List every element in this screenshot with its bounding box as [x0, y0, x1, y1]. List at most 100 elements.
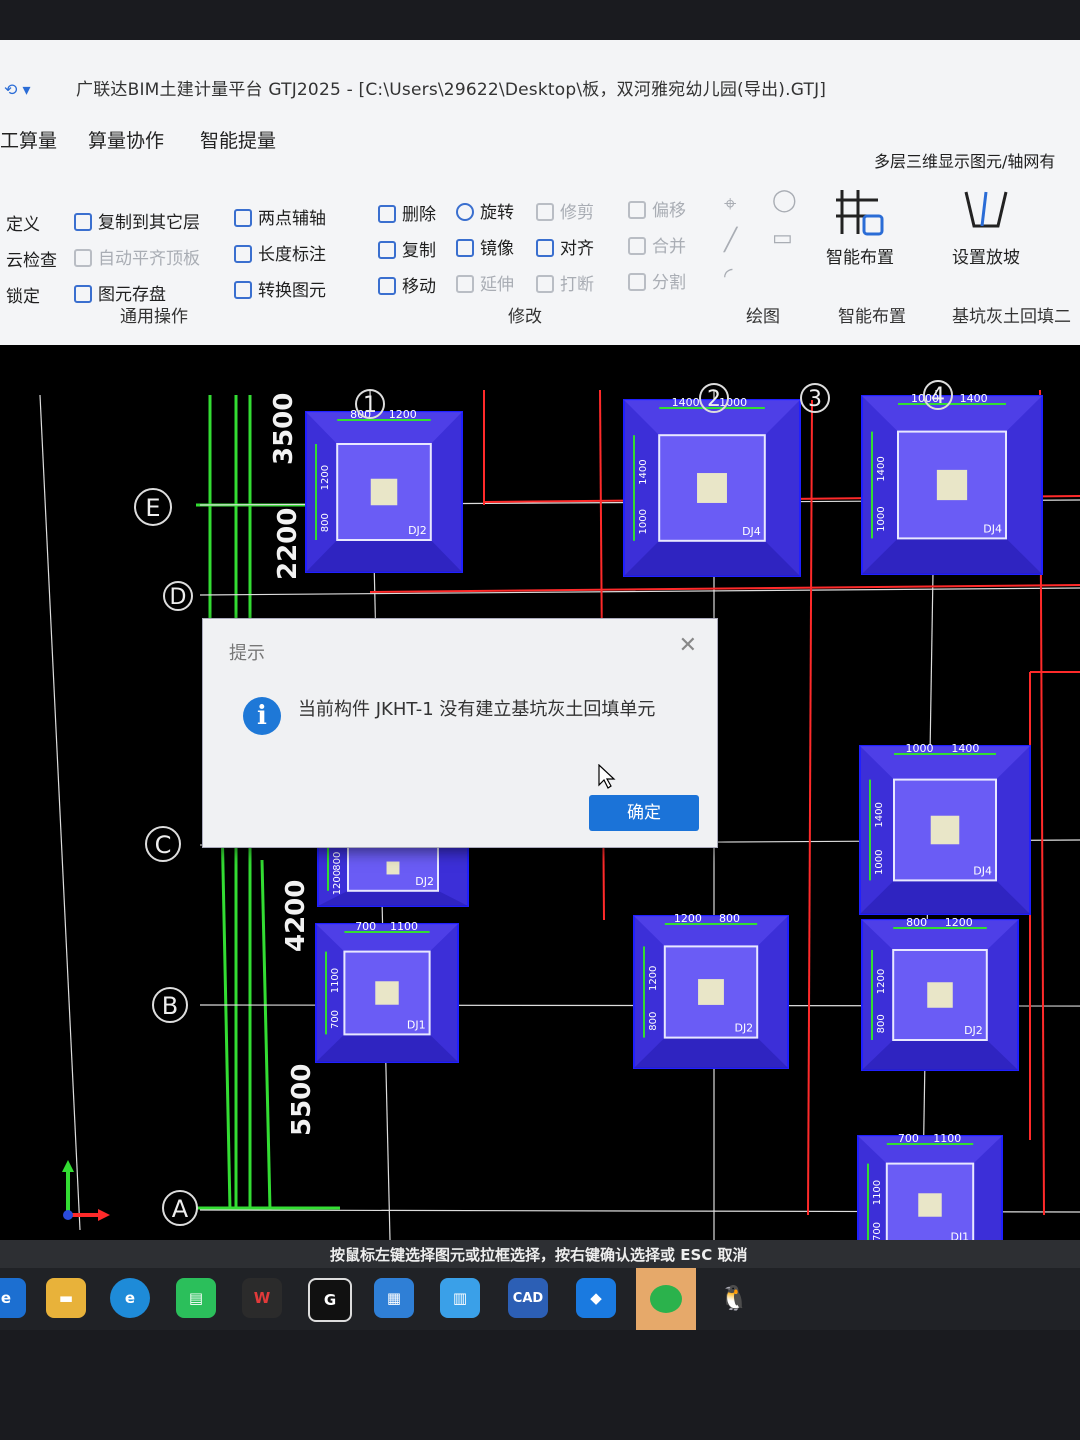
- footing[interactable]: 1000 140014001000 DJ4: [861, 392, 1043, 575]
- offset-button[interactable]: 偏移: [628, 196, 686, 221]
- qq-icon[interactable]: 🐧: [714, 1278, 754, 1318]
- copy-button[interactable]: 复制: [378, 236, 436, 261]
- cad-icon[interactable]: CAD: [508, 1278, 548, 1318]
- axis-number-4: 4: [931, 384, 945, 409]
- screen: ⟲ ▾ 广联达BIM土建计量平台 GTJ2025 - [C:\Users\296…: [0, 40, 1080, 1330]
- app-icon[interactable]: ◆: [576, 1278, 616, 1318]
- align-label: 对齐: [560, 239, 594, 259]
- axis-letter-d: D: [170, 585, 187, 610]
- point-draw-icon[interactable]: ⌖: [724, 192, 736, 217]
- break-button[interactable]: 打断: [536, 270, 594, 295]
- column-square: [918, 1193, 942, 1217]
- extend-label: 延伸: [480, 275, 514, 295]
- convert-element-button[interactable]: 转换图元: [234, 276, 326, 301]
- quick-access-icon[interactable]: ⟲ ▾: [4, 80, 31, 99]
- lock-button[interactable]: 锁定: [6, 282, 40, 307]
- cloud-check-button[interactable]: 云检查: [6, 246, 57, 271]
- footing[interactable]: 1400 1000 1400 1000 DJ4: [623, 396, 801, 577]
- rotate-button[interactable]: 旋转: [456, 198, 514, 223]
- footing[interactable]: 700 1100 1100 700 DJ1: [315, 920, 459, 1063]
- wechat-icon[interactable]: [636, 1268, 696, 1330]
- footing-dim-side-b: 1000: [876, 506, 887, 531]
- merge-button[interactable]: 合并: [628, 232, 686, 257]
- break-icon: [536, 275, 554, 293]
- mirror-button[interactable]: 镜像: [456, 234, 514, 259]
- footing-dim-top-a: 800: [906, 916, 927, 929]
- extend-button[interactable]: 延伸: [456, 270, 514, 295]
- copy-to-layer-button[interactable]: 复制到其它层: [74, 208, 200, 233]
- offset-icon: [628, 201, 646, 219]
- edge-legacy-icon[interactable]: e: [0, 1278, 26, 1318]
- footing-dim-side-a: 1100: [872, 1180, 883, 1205]
- taskbar: e ▬ e ▤ W G ▦ ▥ CAD ◆ 🐧: [0, 1268, 1080, 1330]
- footing-label: DJ2: [964, 1024, 983, 1037]
- wps-icon[interactable]: W: [242, 1278, 282, 1318]
- move-label: 移动: [402, 277, 436, 297]
- column-square: [927, 982, 953, 1008]
- ribbon: 工算量 算量协作 智能提量 多层三维显示图元/轴网有 定义 云检查 锁定 复制到…: [0, 110, 1080, 346]
- footing-dim-top-a: 700: [898, 1132, 919, 1145]
- footing-label: DJ4: [742, 525, 761, 538]
- trim-label: 修剪: [560, 203, 594, 223]
- footing-label: DJ2: [415, 875, 434, 888]
- move-button[interactable]: 移动: [378, 272, 436, 297]
- arc-draw-icon[interactable]: ◜: [724, 264, 733, 289]
- green-app-icon[interactable]: ▤: [176, 1278, 216, 1318]
- footing[interactable]: 800 12001200800 DJ2: [861, 916, 1019, 1071]
- auto-align-top-button[interactable]: 自动平齐顶板: [74, 244, 200, 269]
- column-square: [930, 815, 960, 845]
- two-point-axis-button[interactable]: 两点辅轴: [234, 204, 326, 229]
- slope-icon: [964, 191, 1008, 228]
- files-app-icon[interactable]: ▥: [440, 1278, 480, 1318]
- footing-dim-top-b: 1000: [719, 396, 747, 409]
- length-dimension-button[interactable]: 长度标注: [234, 240, 326, 265]
- column-square: [370, 478, 398, 506]
- offset-label: 偏移: [652, 201, 686, 221]
- footing-label: DJ2: [734, 1022, 753, 1035]
- set-slope-button[interactable]: 设置放坡: [944, 186, 1028, 268]
- align-button[interactable]: 对齐: [536, 234, 594, 259]
- alert-dialog: 提示 ✕ i 当前构件 JKHT-1 没有建立基坑灰土回填单元 确定: [202, 618, 718, 848]
- footing-dim-top-b: 1400: [960, 392, 988, 405]
- close-icon[interactable]: ✕: [679, 633, 697, 658]
- length-dimension-label: 长度标注: [258, 245, 326, 265]
- split-button[interactable]: 分割: [628, 268, 686, 293]
- axis-number-2: 2: [707, 387, 721, 412]
- smart-layout-label: 智能布置: [826, 248, 894, 268]
- footing-dim-top-a: 1400: [672, 396, 700, 409]
- view-option-text[interactable]: 多层三维显示图元/轴网有: [874, 148, 1055, 172]
- file-explorer-icon[interactable]: ▬: [46, 1278, 86, 1318]
- axis-letter-a: A: [172, 1195, 189, 1223]
- convert-element-label: 转换图元: [258, 281, 326, 301]
- footing-label: DJ1: [407, 1018, 426, 1031]
- ok-button[interactable]: 确定: [589, 795, 699, 831]
- g-app-icon[interactable]: G: [308, 1278, 352, 1322]
- delete-button[interactable]: 删除: [378, 200, 436, 225]
- mouse-cursor-icon: [598, 764, 616, 789]
- tab-quantity[interactable]: 工算量: [0, 126, 57, 153]
- trim-button[interactable]: 修剪: [536, 198, 594, 223]
- tab-smart-extract[interactable]: 智能提量: [200, 126, 276, 153]
- define-button[interactable]: 定义: [6, 210, 40, 235]
- footing-dim-side-b: 1000: [638, 509, 649, 534]
- copy-layer-icon: [74, 213, 92, 231]
- axis-number-3: 3: [808, 387, 822, 412]
- footing-dim-side-b: 700: [330, 1010, 341, 1029]
- line-draw-icon[interactable]: ╱: [724, 228, 737, 253]
- footing[interactable]: 1000 140014001000 DJ4: [859, 742, 1031, 915]
- move-icon: [378, 277, 396, 295]
- footing[interactable]: 700 1100 1100 700 DJ1: [857, 1132, 1003, 1240]
- group-smart-label: 智能布置: [838, 307, 906, 327]
- footing-dim-top-b: 1200: [945, 916, 973, 929]
- footing-label: DJ4: [973, 864, 992, 877]
- footing[interactable]: 1200 800 1200 800 DJ2: [633, 912, 789, 1069]
- doc-app-icon[interactable]: ▦: [374, 1278, 414, 1318]
- edge-icon[interactable]: e: [110, 1278, 150, 1318]
- convert-icon: [234, 281, 252, 299]
- circle-draw-icon[interactable]: ◯: [772, 188, 797, 213]
- smart-layout-button[interactable]: 智能布置: [818, 186, 902, 268]
- rect-draw-icon[interactable]: ▭: [772, 226, 793, 251]
- tab-collaboration[interactable]: 算量协作: [88, 126, 164, 153]
- footing[interactable]: 800 12001200800 DJ2: [305, 408, 463, 573]
- group-backfill-label: 基坑灰土回填二: [952, 307, 1071, 327]
